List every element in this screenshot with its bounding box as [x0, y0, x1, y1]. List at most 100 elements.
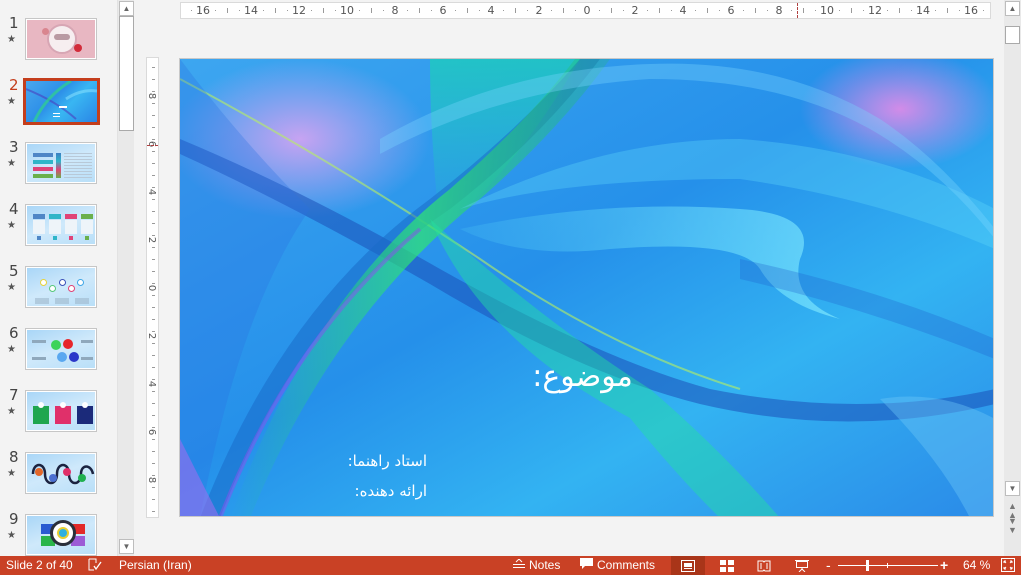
- slide-sorter-button[interactable]: [710, 556, 744, 575]
- thumbnail-frame[interactable]: [25, 266, 97, 308]
- ruler-tick: [647, 10, 648, 11]
- slide-thumbnail-2[interactable]: 2 ★: [0, 76, 117, 142]
- ruler-tick: [152, 91, 155, 92]
- thumbnail-image: [27, 454, 95, 492]
- ruler-label: 14: [916, 4, 930, 17]
- ruler-tick: [152, 223, 155, 224]
- ruler-tick: [887, 10, 888, 11]
- scroll-down-button[interactable]: ▼: [1005, 481, 1020, 496]
- thumbnail-image: [27, 144, 95, 182]
- star-icon: ★: [7, 158, 16, 169]
- zoom-slider[interactable]: [838, 560, 938, 571]
- thumbnail-frame[interactable]: [25, 452, 97, 494]
- ruler-tick: [152, 403, 155, 404]
- ruler-tick: [239, 10, 240, 11]
- normal-view-button[interactable]: [671, 556, 705, 575]
- ruler-tick: [935, 10, 936, 11]
- slide-thumbnail-4[interactable]: 4 ★: [0, 200, 117, 266]
- slide-thumbnail-8[interactable]: 8 ★: [0, 448, 117, 514]
- notes-button[interactable]: Notes: [513, 556, 560, 575]
- fit-to-window-icon: [1001, 558, 1015, 572]
- zoom-slider-handle[interactable]: [866, 560, 870, 571]
- slide-number: 8: [9, 448, 19, 466]
- slideshow-button[interactable]: [785, 556, 819, 575]
- ruler-tick: [152, 139, 155, 140]
- slide-thumbnail-6[interactable]: 6 ★: [0, 324, 117, 390]
- slide-title[interactable]: موضوع:: [180, 359, 993, 394]
- proofing-icon[interactable]: [88, 556, 102, 575]
- ruler-label: 4: [679, 4, 687, 17]
- ruler-tick: [275, 8, 276, 13]
- slide-thumbnail-3[interactable]: 3 ★: [0, 138, 117, 204]
- title-text: موضوع:: [532, 359, 633, 394]
- language-indicator[interactable]: Persian (Iran): [119, 556, 192, 575]
- ruler-tick: [152, 367, 155, 368]
- thumbnail-frame[interactable]: [25, 390, 97, 432]
- ruler-tick: [803, 8, 804, 13]
- notes-icon: [513, 556, 525, 575]
- advisor-label[interactable]: استاد راهنما:: [227, 452, 427, 470]
- reading-view-icon: [757, 560, 771, 571]
- scroll-down-button[interactable]: ▼: [119, 539, 134, 554]
- thumbnail-scrollbar[interactable]: ▲ ▼: [117, 0, 134, 556]
- slide-thumbnail-pane: 1 ★ 2 ★ 3 ★ 4 ★ 5 ★ 6 ★ 7 ★ 8 ★ 9 ★: [0, 0, 117, 556]
- ruler-tick: [152, 103, 155, 104]
- horizontal-ruler[interactable]: 16 14 12 10 8 6 4 2 0 2 4 6 8 10 12 14 16: [180, 2, 991, 19]
- ruler-tick: [959, 10, 960, 11]
- ruler-tick: [152, 415, 155, 416]
- ruler-label: 8: [775, 4, 783, 17]
- ruler-label: 4: [487, 4, 495, 17]
- star-icon: ★: [7, 530, 16, 541]
- comments-button[interactable]: Comments: [580, 556, 655, 575]
- thumbnail-frame[interactable]: [25, 328, 97, 370]
- slide-counter[interactable]: Slide 2 of 40: [6, 556, 73, 575]
- fit-to-window-button[interactable]: [1001, 556, 1015, 575]
- zoom-in-button[interactable]: +: [940, 556, 948, 575]
- slide-thumbnail-7[interactable]: 7 ★: [0, 386, 117, 452]
- zoom-level[interactable]: 64 %: [963, 556, 990, 575]
- thumbnail-frame[interactable]: [25, 514, 97, 556]
- slide-number: 1: [9, 14, 19, 32]
- main-scrollbar[interactable]: ▲ ▼ ▲ ▲ ▼ ▼: [1004, 0, 1021, 556]
- next-slide-icon[interactable]: ▼ ▼: [1007, 517, 1018, 535]
- star-icon: ★: [7, 344, 16, 355]
- zoom-out-button[interactable]: -: [826, 556, 831, 575]
- scroll-up-button[interactable]: ▲: [119, 1, 134, 16]
- ruler-tick: [152, 151, 155, 152]
- ruler-tick: [152, 451, 155, 452]
- ruler-tick: [767, 10, 768, 11]
- ruler-tick: [599, 10, 600, 11]
- star-icon: ★: [7, 220, 16, 231]
- ruler-label: 12: [292, 4, 306, 17]
- vertical-ruler[interactable]: 8 6 4 2 0 2 4 6 8: [146, 57, 159, 518]
- scrollbar-thumb[interactable]: [1005, 26, 1020, 44]
- thumbnail-frame[interactable]: [25, 142, 97, 184]
- reading-view-button[interactable]: [747, 556, 781, 575]
- slide-number: 9: [9, 510, 19, 528]
- star-icon: ★: [7, 96, 16, 107]
- ruler-tick: [551, 10, 552, 11]
- ruler-tick: [152, 211, 155, 212]
- ruler-tick: [371, 8, 372, 13]
- slide-thumbnail-5[interactable]: 5 ★: [0, 262, 117, 328]
- thumbnail-image: [27, 516, 95, 554]
- thumbnail-frame[interactable]: [25, 204, 97, 246]
- ruler-tick: [611, 8, 612, 13]
- ruler-tick: [791, 10, 792, 11]
- thumbnail-image: [27, 206, 95, 244]
- thumbnail-frame[interactable]: [23, 78, 100, 125]
- slide-canvas[interactable]: موضوع: استاد راهنما: ارائه دهنده:: [179, 58, 994, 517]
- slideshow-icon: [795, 559, 809, 572]
- ruler-tick: [152, 511, 155, 512]
- presenter-label[interactable]: ارائه دهنده:: [227, 482, 427, 500]
- ruler-label: 10: [820, 4, 834, 17]
- slide-thumbnail-1[interactable]: 1 ★: [0, 14, 117, 80]
- scrollbar-thumb[interactable]: [119, 16, 134, 131]
- ruler-tick: [152, 379, 155, 380]
- slide-thumbnail-9[interactable]: 9 ★: [0, 510, 117, 556]
- normal-view-icon: [681, 559, 695, 572]
- thumbnail-frame[interactable]: [25, 18, 97, 60]
- ruler-tick: [863, 10, 864, 11]
- ruler-label: 8: [391, 4, 399, 17]
- scroll-up-button[interactable]: ▲: [1005, 1, 1020, 16]
